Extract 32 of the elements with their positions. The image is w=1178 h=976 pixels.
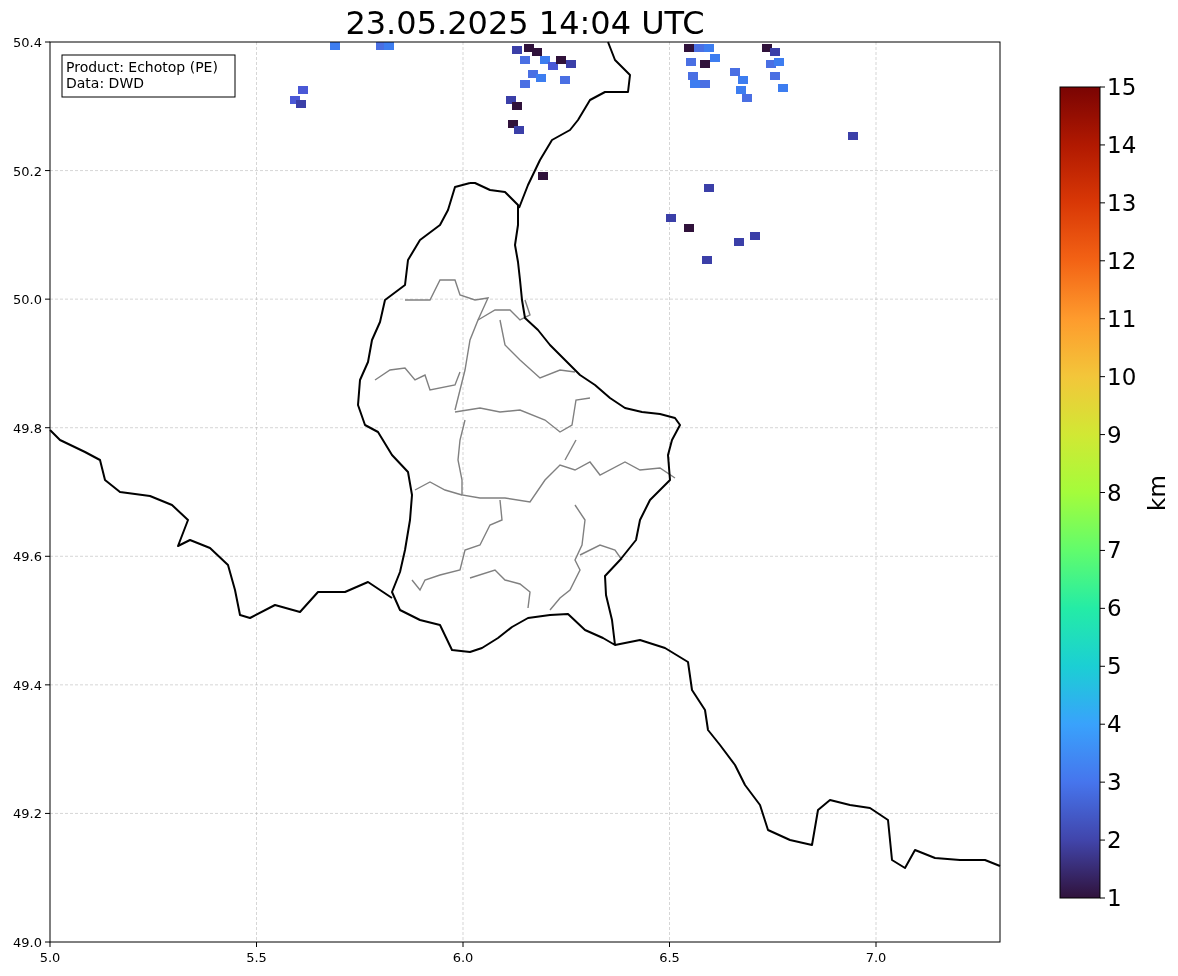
y-axis-tick-label: 49.6 <box>13 549 42 565</box>
x-axis-tick-label: 5.5 <box>246 950 267 965</box>
colorbar-tick-label: 5 <box>1107 653 1122 680</box>
colorbar-tick-label: 1 <box>1107 885 1122 911</box>
y-axis-tick-label: 50.2 <box>13 163 42 179</box>
colorbar-label: km <box>1144 475 1170 511</box>
y-axis-tick-label: 49.0 <box>13 935 42 950</box>
colorbar-tick-label: 3 <box>1107 769 1122 796</box>
colorbar-tick-label: 4 <box>1107 711 1122 738</box>
x-axis-tick-label: 7.0 <box>865 950 887 965</box>
colorbar-tick-label: 15 <box>1107 74 1137 100</box>
y-axis-tick-label: 50.4 <box>13 35 42 50</box>
colorbar-tick-label: 8 <box>1107 479 1122 506</box>
colorbar-tick-label: 14 <box>1107 131 1137 158</box>
colorbar-tick-label: 6 <box>1107 595 1122 622</box>
colorbar-tick-label: 9 <box>1107 421 1122 448</box>
chart-title: 23.05.2025 14:04 UTC <box>345 4 705 42</box>
x-axis-tick-label: 5.0 <box>39 950 61 965</box>
colorbar-tick-label: 10 <box>1107 363 1137 390</box>
y-axis-tick-label: 49.8 <box>13 420 42 436</box>
info-text: Data: DWD <box>66 75 144 91</box>
colorbar-tick-label: 12 <box>1107 247 1137 274</box>
info-text: Product: Echotop (PE) <box>66 59 218 75</box>
y-axis-tick-label: 49.2 <box>13 806 42 822</box>
x-axis-tick-label: 6.5 <box>659 950 680 965</box>
colorbar-tick-label: 11 <box>1107 305 1137 332</box>
y-axis-tick-label: 49.4 <box>13 677 42 693</box>
colorbar-tick-label: 7 <box>1107 537 1122 564</box>
colorbar-tick-label: 13 <box>1107 189 1137 216</box>
colorbar-tick-label: 2 <box>1107 827 1122 854</box>
y-axis-tick-label: 50.0 <box>13 292 42 308</box>
x-axis-tick-label: 6.0 <box>452 950 474 965</box>
